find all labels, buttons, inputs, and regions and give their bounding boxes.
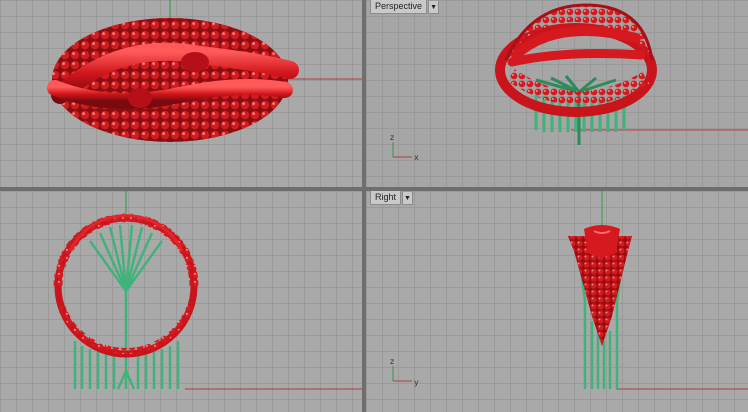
axis-widget: z x [390,133,419,162]
perspective-viewport[interactable]: z x Perspective ▼ [366,0,748,187]
axis-widget: z y [390,357,419,387]
ring-model[interactable] [47,18,299,142]
front-view-scene [53,191,362,390]
ring-model[interactable] [568,225,632,346]
top-viewport[interactable] [0,0,362,187]
perspective-view-scene: z x [390,3,748,162]
axis-label-b: x [414,153,419,162]
viewport-name[interactable]: Perspective [370,0,428,14]
top-view-scene [47,0,362,142]
right-viewport-label[interactable]: Right ▼ [370,191,414,205]
front-viewport[interactable] [0,191,362,412]
right-view-scene: z y [390,191,748,390]
right-viewport[interactable]: z y Right ▼ [366,191,748,412]
axis-label-b: y [414,378,419,387]
chevron-down-icon[interactable]: ▼ [402,191,414,205]
axis-label-a: z [390,357,394,366]
tree-support [88,224,164,390]
viewport-name[interactable]: Right [370,191,402,205]
perspective-viewport-label[interactable]: Perspective ▼ [370,0,440,14]
chevron-down-icon[interactable]: ▼ [428,0,440,14]
ring-model[interactable] [495,3,657,117]
axis-label-a: z [390,133,394,142]
